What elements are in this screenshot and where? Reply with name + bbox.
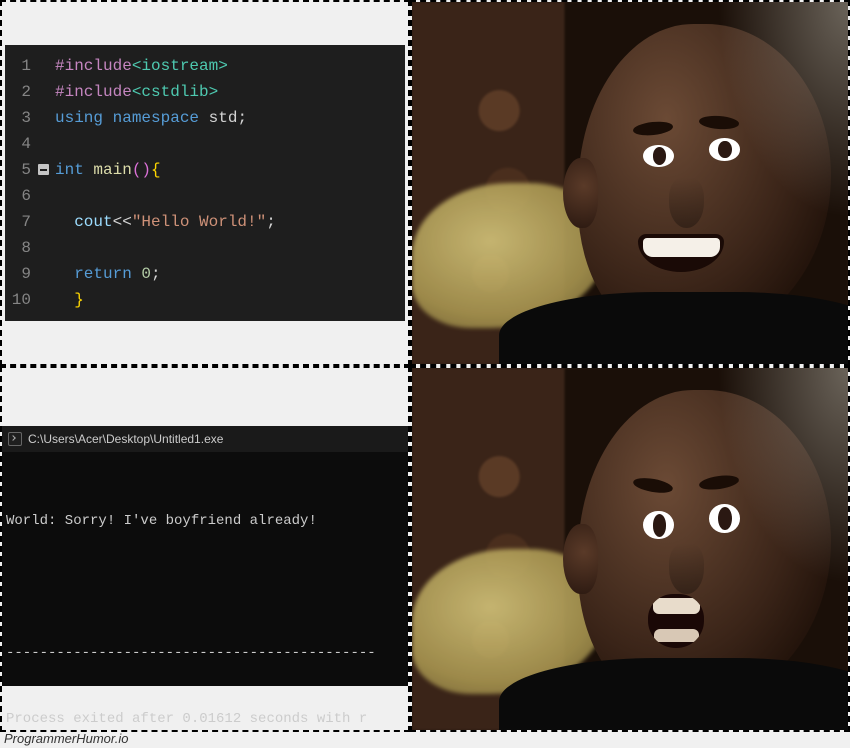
code-content <box>41 183 65 209</box>
watermark: ProgrammerHumor.io <box>4 731 129 746</box>
code-content: using namespace std; <box>41 105 247 131</box>
code-line: 7 cout<<"Hello World!"; <box>5 209 405 235</box>
code-token: using <box>55 109 113 127</box>
code-content: } <box>41 287 84 313</box>
code-line: 4 <box>5 131 405 157</box>
mouth-happy <box>638 234 724 272</box>
code-token: ; <box>151 265 161 283</box>
line-number: 6 <box>5 183 41 209</box>
terminal-window: C:\Users\Acer\Desktop\Untitled1.exe Worl… <box>2 426 408 686</box>
terminal-icon <box>8 432 22 446</box>
code-token: #include <box>55 57 132 75</box>
code-line: 9 return 0; <box>5 261 405 287</box>
code-line: 2#include<cstdlib> <box>5 79 405 105</box>
code-token: } <box>55 291 84 309</box>
panel-reaction-happy <box>410 0 850 366</box>
code-token: main <box>93 161 131 179</box>
code-content: return 0; <box>41 261 161 287</box>
panel-terminal: C:\Users\Acer\Desktop\Untitled1.exe Worl… <box>0 366 410 732</box>
terminal-title-path: C:\Users\Acer\Desktop\Untitled1.exe <box>28 428 223 450</box>
code-token: 0 <box>141 265 151 283</box>
line-number: 5 <box>5 157 41 183</box>
code-token: return <box>74 265 141 283</box>
code-line: 6 <box>5 183 405 209</box>
line-number: 7 <box>5 209 41 235</box>
code-token <box>55 213 74 231</box>
terminal-exit-line: Process exited after 0.01612 seconds wit… <box>6 708 404 730</box>
reaction-shocked-photo <box>412 368 848 730</box>
code-content: #include<cstdlib> <box>41 79 218 105</box>
code-token: ; <box>237 109 247 127</box>
code-line: 1#include<iostream> <box>5 53 405 79</box>
panel-reaction-shocked <box>410 366 850 732</box>
code-line: 8 <box>5 235 405 261</box>
terminal-divider: ----------------------------------------… <box>6 642 404 664</box>
code-token: namespace <box>113 109 209 127</box>
meme-grid: 1#include<iostream>2#include<cstdlib>3us… <box>0 0 850 732</box>
code-content: cout<<"Hello World!"; <box>41 209 276 235</box>
code-line: 10 } <box>5 287 405 313</box>
code-token: std <box>209 109 238 127</box>
line-number: 4 <box>5 131 41 157</box>
code-content: int main(){ <box>41 157 161 183</box>
code-token: <iostream> <box>132 57 228 75</box>
code-token: << <box>113 213 132 231</box>
reaction-happy-photo <box>412 2 848 364</box>
code-content <box>41 235 65 261</box>
panel-code: 1#include<iostream>2#include<cstdlib>3us… <box>0 0 410 366</box>
line-number: 3 <box>5 105 41 131</box>
line-number: 10 <box>5 287 41 313</box>
code-token: #include <box>55 83 132 101</box>
terminal-body: World: Sorry! I've boyfriend already! --… <box>2 452 408 732</box>
line-number: 2 <box>5 79 41 105</box>
code-token: cout <box>74 213 112 231</box>
code-token: () <box>132 161 151 179</box>
code-token: { <box>151 161 161 179</box>
terminal-output: World: Sorry! I've boyfriend already! <box>6 510 404 532</box>
fold-icon[interactable] <box>38 164 49 175</box>
code-content: #include<iostream> <box>41 53 228 79</box>
code-token: "Hello World!" <box>132 213 266 231</box>
code-token <box>55 265 74 283</box>
line-number: 8 <box>5 235 41 261</box>
code-content <box>41 131 65 157</box>
code-editor: 1#include<iostream>2#include<cstdlib>3us… <box>5 45 405 321</box>
line-number: 1 <box>5 53 41 79</box>
terminal-titlebar: C:\Users\Acer\Desktop\Untitled1.exe <box>2 426 408 452</box>
code-token: ; <box>266 213 276 231</box>
code-line: 5int main(){ <box>5 157 405 183</box>
mouth-shocked <box>648 594 704 648</box>
line-number: 9 <box>5 261 41 287</box>
code-token: int <box>55 161 93 179</box>
code-line: 3using namespace std; <box>5 105 405 131</box>
code-token: <cstdlib> <box>132 83 218 101</box>
